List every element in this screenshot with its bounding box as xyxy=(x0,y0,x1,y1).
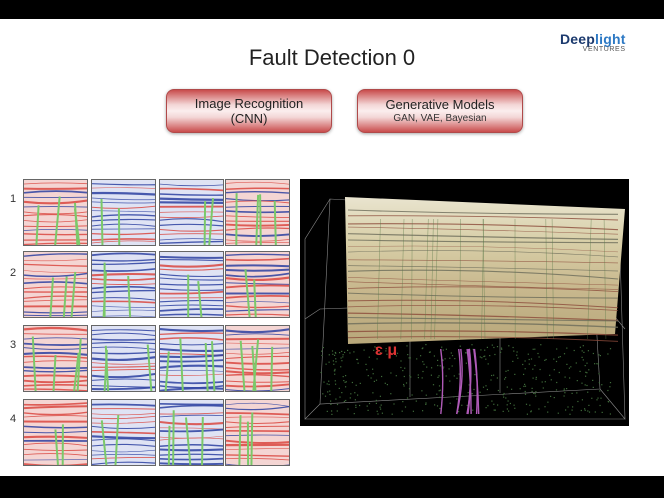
slide: Fault Detection 0 Deeplight VENTURES Ima… xyxy=(0,19,664,476)
seismic-panel xyxy=(91,179,156,246)
logo-subtitle: VENTURES xyxy=(582,46,626,53)
row-label-3: 3 xyxy=(10,339,17,351)
fault-marker-text: ɛ μ xyxy=(375,342,397,359)
seismic-panel xyxy=(225,399,290,466)
seismic-panel xyxy=(159,251,224,318)
deeplight-logo: Deeplight VENTURES xyxy=(560,31,626,53)
seismic-3d-render: ɛ μ xyxy=(300,179,629,426)
seismic-panel xyxy=(91,325,156,392)
button-sublabel: (CNN) xyxy=(230,111,268,126)
row-label-1: 1 xyxy=(10,193,17,205)
button-label: Generative Models xyxy=(385,97,495,112)
seismic-panel xyxy=(23,179,88,246)
button-label: Image Recognition xyxy=(194,96,304,111)
seismic-panel xyxy=(159,325,224,392)
seismic-panel xyxy=(91,251,156,318)
seismic-panel xyxy=(159,399,224,466)
seismic-3d-image: ɛ μ xyxy=(304,197,626,420)
seismic-panel xyxy=(225,179,290,246)
seismic-panel xyxy=(23,251,88,318)
seismic-panel xyxy=(23,325,88,392)
row-label-4: 4 xyxy=(10,413,17,425)
image-recognition-button[interactable]: Image Recognition (CNN) xyxy=(166,89,332,133)
seismic-panel xyxy=(159,179,224,246)
row-label-2: 2 xyxy=(10,267,17,279)
seismic-panel xyxy=(91,399,156,466)
generative-models-button[interactable]: Generative Models GAN, VAE, Bayesian xyxy=(357,89,523,133)
seismic-panel xyxy=(225,251,290,318)
logo-wordmark: Deeplight xyxy=(560,31,626,47)
seismic-panel xyxy=(23,399,88,466)
button-sublabel: GAN, VAE, Bayesian xyxy=(393,113,487,124)
seismic-panel xyxy=(225,325,290,392)
